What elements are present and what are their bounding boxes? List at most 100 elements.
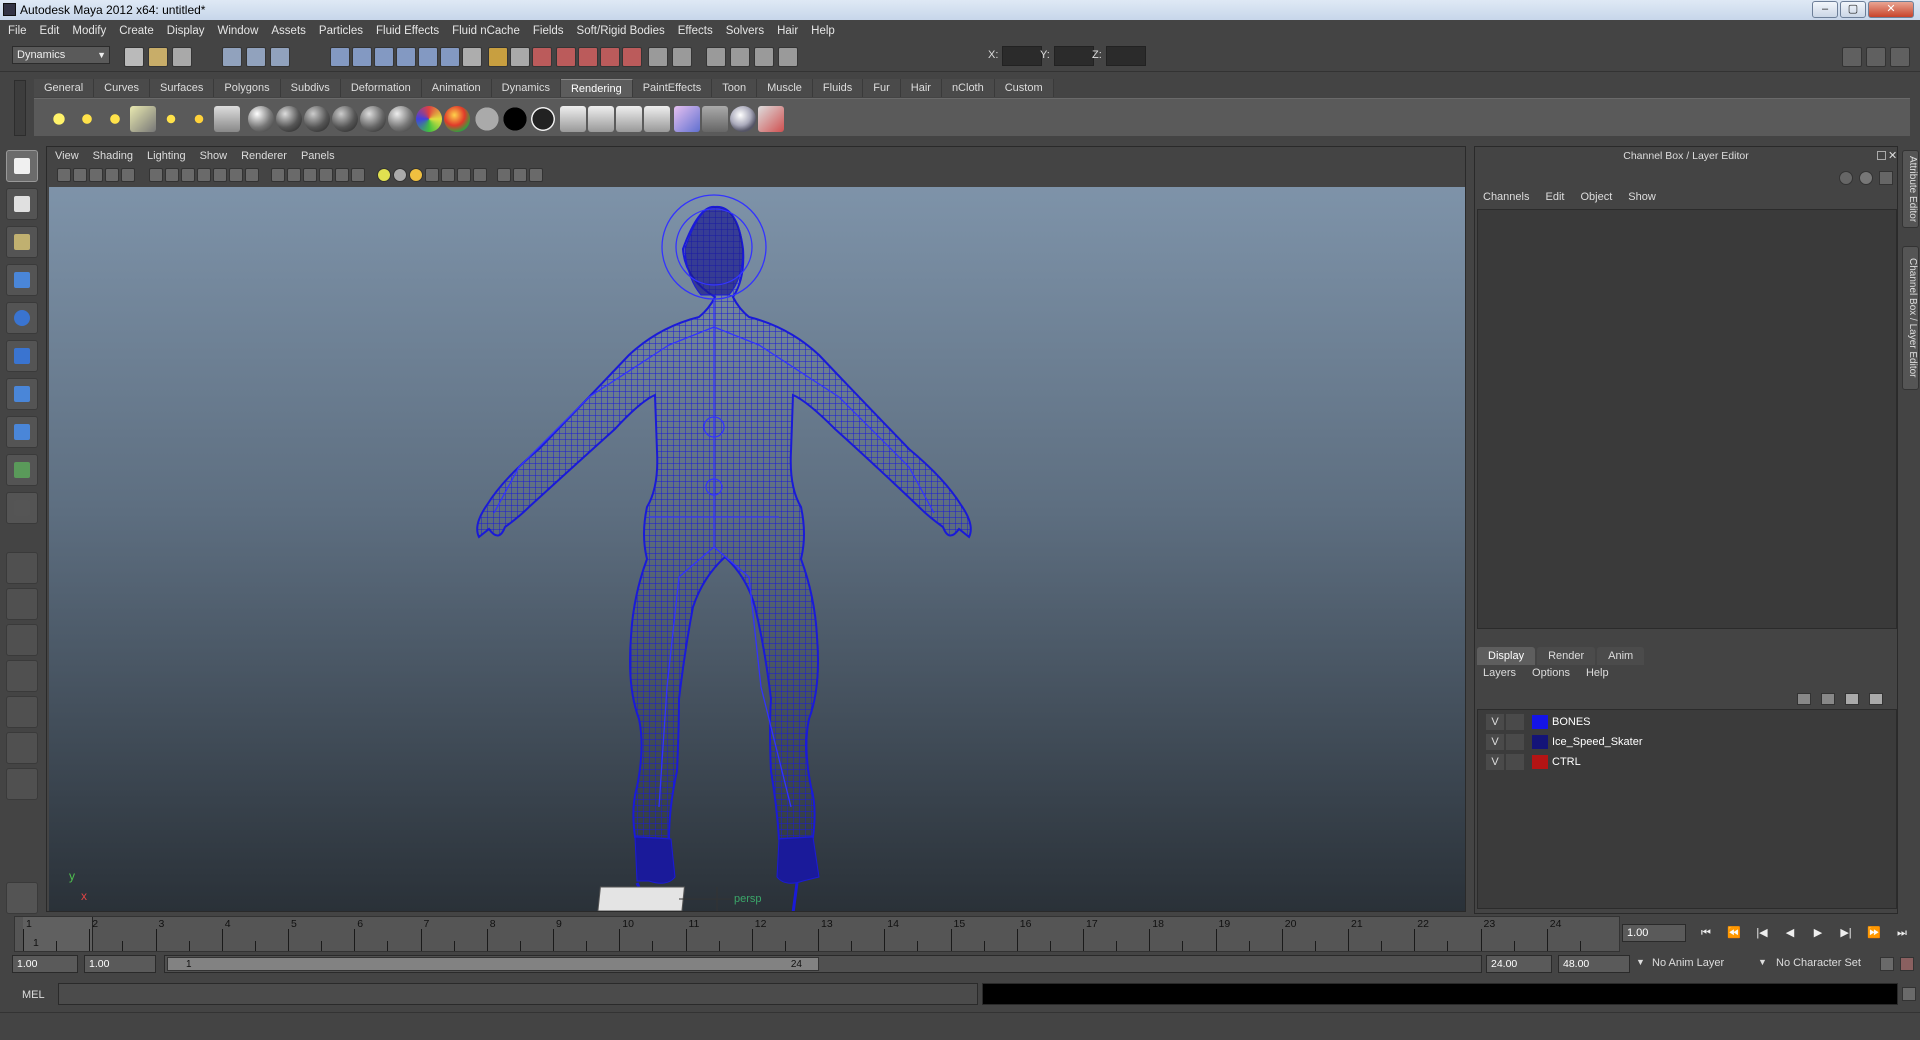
- playback-start-field[interactable]: 1.00: [84, 955, 156, 973]
- status-tool-5-icon[interactable]: [246, 47, 266, 67]
- panel-menu-renderer[interactable]: Renderer: [241, 150, 287, 162]
- shelf-tab-curves[interactable]: Curves: [94, 79, 150, 97]
- channel-box-menu-object[interactable]: Object: [1580, 191, 1612, 203]
- panel-toolbar-15-icon[interactable]: [303, 168, 317, 182]
- step-back-frame-icon[interactable]: |◀: [1752, 925, 1772, 941]
- status-tool-17-icon[interactable]: [556, 47, 576, 67]
- panel-toolbar-5-icon[interactable]: [121, 168, 135, 182]
- attribute-editor-toggle-icon[interactable]: [1842, 47, 1862, 67]
- hypershade-icon[interactable]: [674, 106, 700, 132]
- layer-color-swatch[interactable]: [1532, 735, 1548, 749]
- shelf-tab-polygons[interactable]: Polygons: [214, 79, 281, 97]
- side-tab-channel-box[interactable]: Channel Box / Layer Editor: [1902, 246, 1919, 390]
- shelf-tab-deformation[interactable]: Deformation: [340, 79, 422, 97]
- panel-toolbar-21-icon[interactable]: [409, 168, 423, 182]
- shelf-tab-muscle[interactable]: Muscle: [757, 79, 813, 97]
- layer-playback-toggle[interactable]: [1506, 734, 1524, 750]
- ambient-light-icon[interactable]: [74, 106, 100, 132]
- black-sphere-icon[interactable]: [502, 106, 528, 132]
- status-tool-23-icon[interactable]: [706, 47, 726, 67]
- menu-set-dropdown[interactable]: Dynamics ▼: [12, 46, 110, 64]
- close-panel-icon[interactable]: ✕: [1888, 149, 1897, 162]
- layer-playback-toggle[interactable]: [1506, 754, 1524, 770]
- status-tool-2-icon[interactable]: [148, 47, 168, 67]
- status-tool-15-icon[interactable]: [510, 47, 530, 67]
- panel-toolbar-10-icon[interactable]: [213, 168, 227, 182]
- play-backward-icon[interactable]: ◀: [1780, 925, 1800, 941]
- range-slider[interactable]: 1 24: [164, 955, 1482, 973]
- layer-color-swatch[interactable]: [1532, 715, 1548, 729]
- anim-layer-selector[interactable]: No Anim Layer: [1652, 957, 1724, 969]
- point-light-icon[interactable]: [46, 106, 72, 132]
- layer-visibility-toggle[interactable]: V: [1486, 714, 1504, 730]
- playback-end-field[interactable]: 24.00: [1486, 955, 1552, 973]
- shelf-tab-painteffects[interactable]: PaintEffects: [632, 79, 713, 97]
- float-panel-icon[interactable]: [1877, 151, 1886, 160]
- status-tool-7-icon[interactable]: [330, 47, 350, 67]
- panel-menu-shading[interactable]: Shading: [93, 150, 133, 162]
- status-tool-13-icon[interactable]: [462, 47, 482, 67]
- character-set-selector[interactable]: No Character Set: [1776, 957, 1861, 969]
- layer-playback-toggle[interactable]: [1506, 714, 1524, 730]
- menu-effects[interactable]: Effects: [678, 25, 713, 37]
- status-tool-26-icon[interactable]: [778, 47, 798, 67]
- panel-toolbar-27-icon[interactable]: [513, 168, 527, 182]
- status-tool-14-icon[interactable]: [488, 47, 508, 67]
- render-current-icon[interactable]: [588, 106, 614, 132]
- layered-shader-icon[interactable]: [444, 106, 470, 132]
- auto-key-icon[interactable]: [1880, 957, 1894, 971]
- panel-toolbar-6-icon[interactable]: [149, 168, 163, 182]
- light-render-icon[interactable]: [214, 106, 240, 132]
- shelf-tab-animation[interactable]: Animation: [421, 79, 492, 97]
- menu-solvers[interactable]: Solvers: [726, 25, 764, 37]
- menu-create[interactable]: Create: [119, 25, 154, 37]
- status-tool-9-icon[interactable]: [374, 47, 394, 67]
- panel-toolbar-4-icon[interactable]: [105, 168, 119, 182]
- panel-toolbar-9-icon[interactable]: [197, 168, 211, 182]
- status-tool-21-icon[interactable]: [648, 47, 668, 67]
- menu-file[interactable]: File: [8, 25, 27, 37]
- panel-toolbar-26-icon[interactable]: [497, 168, 511, 182]
- scale-tool-icon[interactable]: [6, 340, 38, 372]
- shelf-menu-icon[interactable]: [14, 80, 26, 136]
- panel-toolbar-7-icon[interactable]: [165, 168, 179, 182]
- ramp-shader-icon[interactable]: [416, 106, 442, 132]
- shelf-tab-subdivs[interactable]: Subdivs: [280, 79, 341, 97]
- status-tool-10-icon[interactable]: [396, 47, 416, 67]
- render-sphere-6-icon[interactable]: [388, 106, 414, 132]
- shelf-tab-rendering[interactable]: Rendering: [560, 79, 633, 97]
- layer-tab-render[interactable]: Render: [1537, 647, 1596, 665]
- script-editor-icon[interactable]: [1902, 987, 1916, 1001]
- shelf-tab-fluids[interactable]: Fluids: [812, 79, 864, 97]
- render-sphere-5-icon[interactable]: [360, 106, 386, 132]
- panel-menu-lighting[interactable]: Lighting: [147, 150, 186, 162]
- shelf-tab-general[interactable]: General: [34, 79, 95, 97]
- status-tool-4-icon[interactable]: [222, 47, 242, 67]
- play-forward-icon[interactable]: ▶: [1808, 925, 1828, 941]
- panel-toolbar-22-icon[interactable]: [425, 168, 439, 182]
- volume-light-icon[interactable]: [186, 106, 212, 132]
- shelf-tab-fur[interactable]: Fur: [863, 79, 901, 97]
- status-tool-25-icon[interactable]: [754, 47, 774, 67]
- both-view-icon[interactable]: [1879, 171, 1893, 185]
- persp-outliner-layout-icon[interactable]: [6, 696, 38, 728]
- panel-toolbar-11-icon[interactable]: [229, 168, 243, 182]
- channel-box-menu-show[interactable]: Show: [1628, 191, 1656, 203]
- y-input[interactable]: [1054, 46, 1094, 66]
- render-globals-icon[interactable]: [702, 106, 728, 132]
- show-manipulator-icon[interactable]: [6, 454, 38, 486]
- area-light-icon[interactable]: [158, 106, 184, 132]
- anim-layer-chevron-icon[interactable]: ▼: [1636, 957, 1645, 967]
- character-set-chevron-icon[interactable]: ▼: [1758, 957, 1767, 967]
- status-tool-20-icon[interactable]: [622, 47, 642, 67]
- layer-tab-display[interactable]: Display: [1477, 647, 1536, 665]
- status-tool-12-icon[interactable]: [440, 47, 460, 67]
- perspective-viewport[interactable]: y x persp: [49, 187, 1465, 911]
- menu-assets[interactable]: Assets: [271, 25, 306, 37]
- panel-toolbar-16-icon[interactable]: [319, 168, 333, 182]
- four-pane-layout-icon[interactable]: [6, 588, 38, 620]
- status-tool-22-icon[interactable]: [672, 47, 692, 67]
- channel-box-icon[interactable]: [1839, 171, 1853, 185]
- status-tool-18-icon[interactable]: [578, 47, 598, 67]
- outliner-layout-icon[interactable]: [6, 624, 38, 656]
